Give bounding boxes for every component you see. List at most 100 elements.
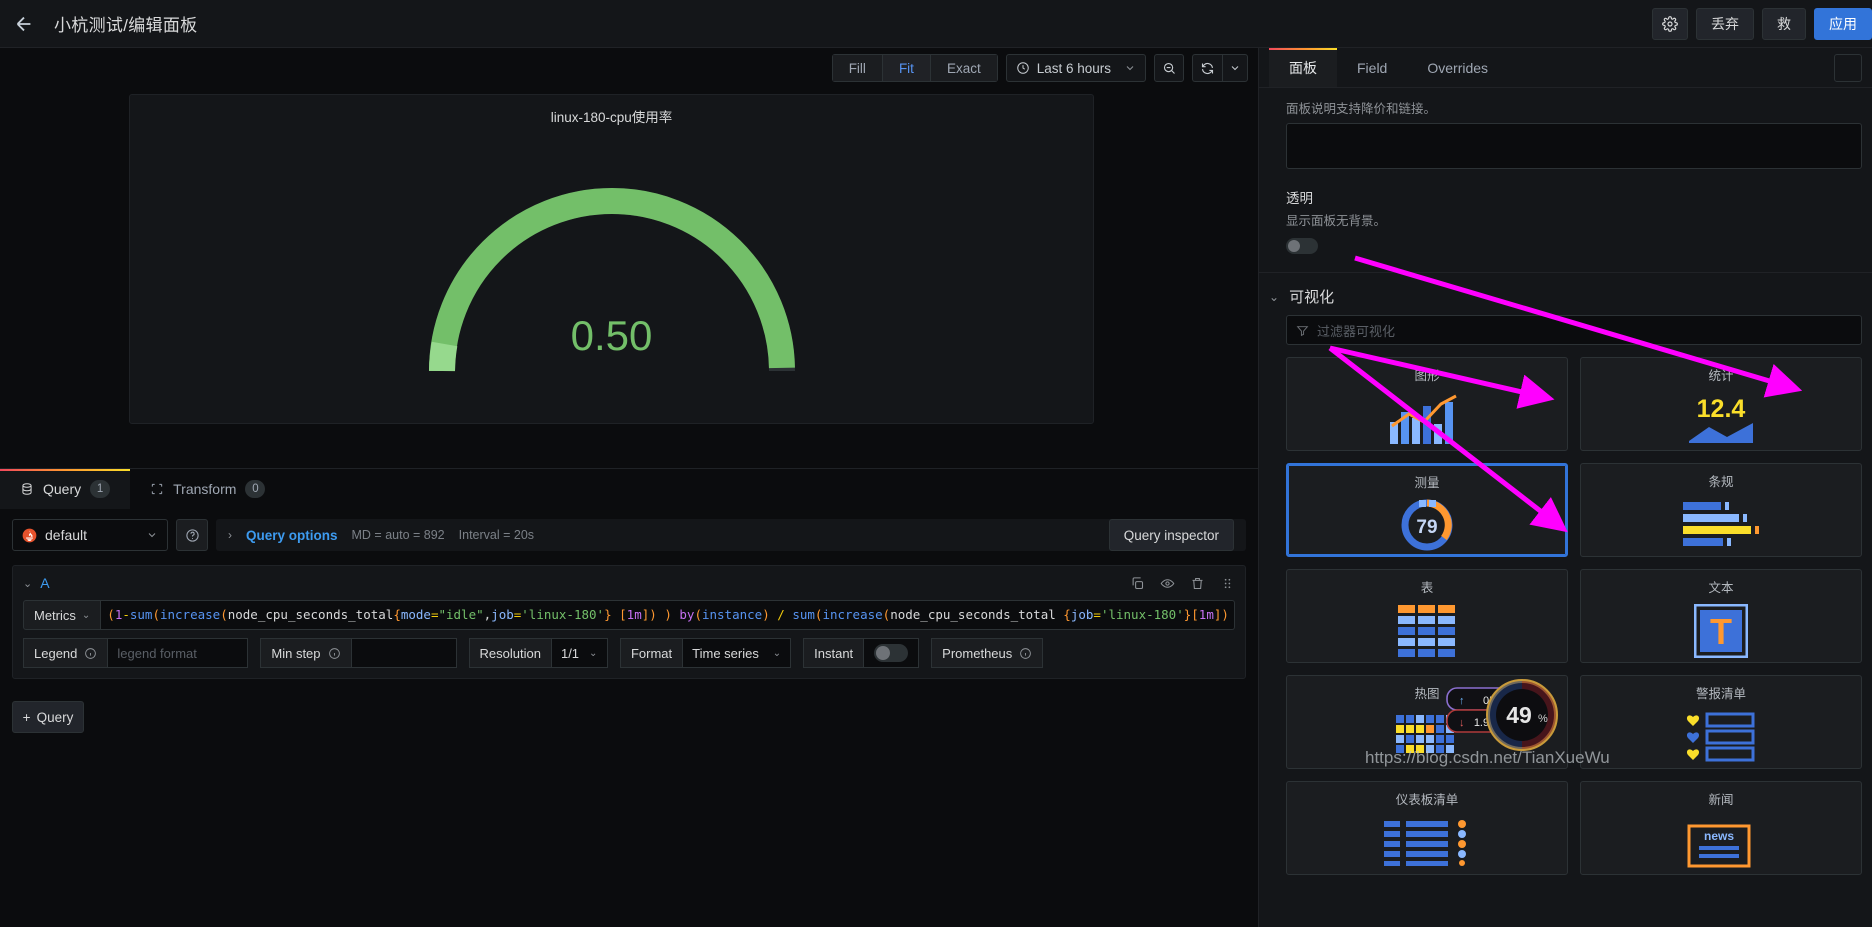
trash-icon[interactable] bbox=[1190, 576, 1205, 591]
info-icon[interactable] bbox=[1019, 647, 1032, 660]
info-icon[interactable] bbox=[84, 647, 97, 660]
viz-card-label: 图形 bbox=[1414, 369, 1440, 383]
chevron-down-icon: ⌄ bbox=[772, 647, 782, 659]
zoom-out-icon bbox=[1163, 62, 1175, 74]
max-data-points-label: MD = auto = 892 bbox=[351, 528, 445, 542]
viz-card-gauge[interactable]: 测量 79 bbox=[1286, 463, 1568, 557]
min-step-label-cell: Min step bbox=[260, 638, 352, 668]
description-textarea[interactable] bbox=[1286, 123, 1862, 169]
discard-button[interactable]: 丢弃 bbox=[1696, 7, 1754, 40]
refresh-interval-dropdown[interactable] bbox=[1222, 54, 1248, 82]
eye-icon[interactable] bbox=[1160, 576, 1175, 591]
refresh-button[interactable] bbox=[1192, 54, 1222, 82]
fill-button[interactable]: Fill bbox=[831, 54, 882, 82]
tab-query-badge: 1 bbox=[90, 480, 111, 498]
transparent-toggle[interactable] bbox=[1286, 238, 1318, 254]
query-options-line: Legend legend format Min step Resolution… bbox=[23, 638, 1235, 668]
grafana-panel-editor: 小杭测试/编辑面板 丢弃 救 应用 Fill Fit Exact Last 6 … bbox=[0, 0, 1872, 927]
visualization-toolbar: Fill Fit Exact Last 6 hours bbox=[0, 48, 1258, 88]
chevron-down-icon bbox=[1126, 66, 1134, 71]
exact-button[interactable]: Exact bbox=[929, 54, 998, 82]
svg-text:news: news bbox=[1704, 829, 1734, 843]
instant-label-cell: Instant bbox=[803, 638, 865, 668]
metrics-label: Metrics bbox=[34, 607, 76, 623]
fit-button[interactable]: Fit bbox=[881, 54, 930, 82]
tab-transform-label: Transform bbox=[173, 481, 237, 497]
add-query-button[interactable]: + Query bbox=[12, 701, 84, 733]
visualization-panel[interactable]: linux-180-cpu使用率 0.50 bbox=[129, 94, 1094, 424]
resolution-select[interactable]: 1/1 ⌄ bbox=[551, 638, 608, 668]
panel-size-segment-group: Fill Fit Exact bbox=[831, 54, 998, 82]
back-button[interactable] bbox=[0, 0, 48, 48]
query-row-name[interactable]: A bbox=[40, 575, 49, 591]
viz-card-label: 统计 bbox=[1708, 369, 1734, 383]
viz-card-alertlist[interactable]: 警报清单 bbox=[1580, 675, 1862, 769]
zoom-out-button[interactable] bbox=[1154, 54, 1184, 82]
tab-overrides[interactable]: Overrides bbox=[1407, 48, 1508, 87]
query-inspector-button[interactable]: Query inspector bbox=[1108, 519, 1234, 551]
viz-card-news[interactable]: 新闻 news bbox=[1580, 781, 1862, 875]
query-row-collapse-icon[interactable]: ⌄ bbox=[23, 577, 32, 590]
apply-button[interactable]: 应用 bbox=[1814, 7, 1872, 40]
tab-query[interactable]: Query 1 bbox=[0, 469, 131, 509]
visualization-filter-input[interactable]: 过滤器可视化 bbox=[1286, 315, 1862, 345]
transform-icon bbox=[151, 483, 163, 495]
viz-card-heatmap[interactable]: 热图 bbox=[1286, 675, 1568, 769]
main-area: Fill Fit Exact Last 6 hours linux-180-cp… bbox=[0, 48, 1258, 927]
panel-header-title: linux-180-cpu使用率 bbox=[550, 110, 673, 125]
query-options-row: default › Query options MD = auto = 892 … bbox=[0, 509, 1258, 551]
info-icon[interactable] bbox=[328, 647, 341, 660]
resolution-label-cell: Resolution bbox=[468, 638, 552, 668]
gauge-sample-value: 79 bbox=[1416, 517, 1437, 538]
format-label-cell: Format bbox=[619, 638, 684, 668]
viz-card-table[interactable]: 表 bbox=[1286, 569, 1568, 663]
viz-card-stat[interactable]: 统计 12.4 bbox=[1580, 357, 1862, 451]
visualization-filter-placeholder: 过滤器可视化 bbox=[1317, 323, 1396, 339]
top-navbar: 小杭测试/编辑面板 丢弃 救 应用 bbox=[0, 0, 1872, 48]
tab-transform[interactable]: Transform 0 bbox=[130, 469, 285, 509]
drag-handle-icon[interactable] bbox=[1220, 576, 1235, 591]
metrics-browser-button[interactable]: Metrics ⌄ bbox=[23, 600, 102, 630]
copy-icon[interactable] bbox=[1130, 576, 1145, 591]
options-search-button[interactable] bbox=[1834, 54, 1862, 82]
options-body: 面板说明支持降价和链接。 透明 显示面板无背景。 ⌄ 可视化 过滤器可视化 图形… bbox=[1259, 88, 1872, 927]
instant-toggle[interactable] bbox=[874, 644, 909, 662]
tab-transform-badge: 0 bbox=[245, 480, 266, 498]
heatmap-icon bbox=[1396, 706, 1458, 768]
viz-card-graph[interactable]: 图形 bbox=[1286, 357, 1568, 451]
datasource-picker[interactable]: default bbox=[12, 519, 168, 551]
prometheus-label-cell: Prometheus bbox=[931, 638, 1044, 668]
save-button[interactable]: 救 bbox=[1762, 7, 1806, 40]
time-range-picker[interactable]: Last 6 hours bbox=[1005, 54, 1146, 82]
arrow-left-icon bbox=[16, 16, 31, 31]
min-step-input[interactable] bbox=[351, 638, 457, 668]
stat-value: 12.4 bbox=[1697, 395, 1746, 423]
transparent-subtitle: 显示面板无背景。 bbox=[1286, 214, 1387, 228]
resolution-label: Resolution bbox=[479, 645, 541, 661]
alertlist-icon bbox=[1685, 706, 1757, 768]
viz-card-text[interactable]: 文本 T bbox=[1580, 569, 1862, 663]
panel-settings-button[interactable] bbox=[1652, 7, 1688, 40]
visualizations-section-header[interactable]: ⌄ 可视化 bbox=[1259, 273, 1872, 315]
format-select[interactable]: Time series ⌄ bbox=[683, 638, 792, 668]
query-options-bar[interactable]: › Query options MD = auto = 892 Interval… bbox=[216, 519, 1246, 551]
database-icon bbox=[22, 483, 32, 495]
stat-icon: 12.4 bbox=[1675, 388, 1767, 450]
gear-icon bbox=[1662, 15, 1678, 32]
viz-card-dashlist[interactable]: 仪表板清单 bbox=[1286, 781, 1568, 875]
viz-card-bargauge[interactable]: 条规 bbox=[1580, 463, 1862, 557]
legend-format-input[interactable]: legend format bbox=[108, 638, 249, 668]
gauge-value-text: 0.50 bbox=[570, 312, 653, 359]
filter-icon bbox=[1296, 325, 1309, 336]
tab-field[interactable]: Field bbox=[1337, 48, 1407, 87]
plus-icon: + bbox=[22, 709, 31, 725]
promql-expression-input[interactable]: (1-sum(increase(node_cpu_seconds_total{m… bbox=[101, 600, 1235, 630]
query-options-link[interactable]: Query options bbox=[246, 528, 338, 543]
chevron-down-icon bbox=[1231, 66, 1239, 71]
datasource-help-button[interactable] bbox=[176, 519, 208, 551]
time-range-label: Last 6 hours bbox=[1036, 60, 1111, 76]
tab-panel[interactable]: 面板 bbox=[1269, 48, 1337, 87]
